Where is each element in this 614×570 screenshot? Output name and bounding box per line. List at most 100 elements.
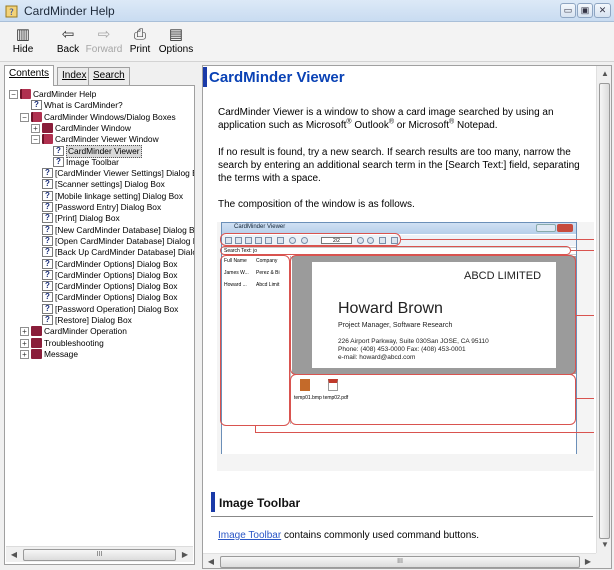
horizontal-scroll-thumb[interactable]: III (220, 556, 580, 568)
tree-item-label: [CardMinder Options] Dialog Box (55, 292, 178, 303)
callout-card (290, 255, 576, 375)
tree-item[interactable]: + Message (5, 348, 194, 360)
tree-item[interactable]: ? [Mobile linkage setting] Dialog Box (5, 190, 194, 202)
tree-item-label: [CardMinder Options] Dialog Box (55, 281, 178, 292)
scroll-left-icon[interactable]: ◀ (6, 547, 22, 563)
topic-pane: CardMinder Viewer CardMinder Viewer is a… (202, 65, 612, 569)
callout-line (576, 398, 594, 399)
tree-item-label: What is CardMinder? (44, 100, 123, 111)
scroll-down-icon[interactable]: ▼ (597, 537, 611, 553)
contents-tree: − CardMinder Help? What is CardMinder? − Car… (4, 85, 195, 565)
forward-button[interactable]: ⇨ Forward (84, 24, 124, 60)
tree-item[interactable]: ? [Open CardMinder Database] Dialog Box (5, 235, 195, 247)
tree-item-label: Image Toolbar (66, 156, 119, 167)
tree-item[interactable]: ? [CardMinder Options] Dialog Box (5, 258, 194, 270)
section-paragraph: Image Toolbar contains commonly used com… (218, 530, 480, 541)
tree-item[interactable]: ? What is CardMinder? (5, 100, 194, 111)
figure-window-title: CardMinder Viewer (234, 224, 286, 230)
horizontal-scrollbar[interactable]: ◀ III ▶ (203, 553, 596, 568)
tree-horizontal-scrollbar[interactable]: ◀ III ▶ (6, 546, 193, 562)
book-icon (31, 337, 42, 348)
book-icon (31, 326, 42, 337)
scroll-up-icon[interactable]: ▲ (597, 66, 611, 82)
tree-item-label: CardMinder Operation (44, 326, 127, 337)
tree-item-label: [Open CardMinder Database] Dialog Box (55, 235, 195, 246)
tree-item[interactable]: ?[Back Up CardMinder Database] Dialog Bo… (5, 247, 194, 258)
tree-item[interactable]: ? [CardMinder Options] Dialog Box (5, 269, 194, 281)
tab-index[interactable]: Index (57, 67, 92, 85)
help-topic-icon: ? (42, 281, 53, 292)
window-title: CardMinder Help (24, 4, 115, 18)
scroll-right-icon[interactable]: ▶ (580, 554, 596, 568)
section-divider (211, 516, 593, 517)
figure-close-icon (557, 224, 573, 232)
tree-item[interactable]: + Troubleshooting (5, 337, 194, 349)
tree-item[interactable]: + CardMinder Window (5, 122, 194, 134)
tree-item[interactable]: ? [CardMinder Viewer Settings] Dialog Box (5, 168, 194, 179)
search-hint-paragraph: If no result is found, try a new search.… (218, 147, 580, 184)
options-button[interactable]: ▤ Options (156, 24, 196, 60)
minimize-button[interactable]: ▭ (560, 3, 576, 18)
help-topic-icon: ? (42, 292, 53, 303)
help-topic-icon: ? (42, 258, 53, 269)
tree-scroll-thumb[interactable]: III (23, 549, 176, 561)
help-topic-icon: ? (42, 269, 53, 280)
printer-icon: ⎙ (133, 26, 146, 43)
tree-item-label: [Password Operation] Dialog Box (55, 303, 179, 314)
vertical-scrollbar[interactable]: ▲ ▼ (596, 66, 611, 553)
vertical-scroll-thumb[interactable] (599, 83, 610, 539)
tree-item[interactable]: ? CardMinder Viewer (5, 144, 194, 158)
callout-search (220, 246, 571, 255)
page-title: CardMinder Viewer (209, 69, 345, 86)
close-button[interactable]: ✕ (594, 3, 611, 18)
scroll-left-icon[interactable]: ◀ (203, 554, 219, 568)
help-topic-icon: ? (42, 168, 53, 179)
expand-icon[interactable]: + (20, 327, 29, 337)
figure-bottom-area (222, 424, 576, 454)
tree-item-label: CardMinder Window (55, 122, 131, 133)
callout-toolbar (220, 233, 401, 246)
callout-list (220, 255, 290, 426)
tab-search[interactable]: Search (88, 67, 130, 85)
navigation-pane: Contents Index Search − CardMinder Help? W… (4, 65, 195, 569)
hide-icon: ▥ (15, 26, 31, 43)
collapse-icon[interactable]: − (31, 135, 40, 145)
help-topic-icon: ? (42, 213, 53, 224)
tree-item[interactable]: − CardMinder Help (5, 89, 194, 100)
tree-item[interactable]: ? [Password Operation] Dialog Box (5, 303, 194, 315)
collapse-icon[interactable]: − (9, 90, 18, 99)
callout-files (290, 374, 576, 425)
tree-item[interactable]: ? Image Toolbar (5, 156, 194, 168)
tree-item[interactable]: − CardMinder Windows/Dialog Boxes (5, 111, 194, 123)
hide-button[interactable]: ▥ Hide (3, 24, 43, 60)
callout-line (255, 426, 256, 433)
maximize-button[interactable]: ▣ (577, 3, 593, 18)
print-button[interactable]: ⎙ Print (120, 24, 160, 60)
tree-item[interactable]: ? [Print] Dialog Box (5, 213, 194, 224)
tab-contents[interactable]: Contents (4, 65, 55, 86)
expand-icon[interactable]: + (20, 338, 29, 348)
tree-item-label: CardMinder Windows/Dialog Boxes (44, 111, 176, 122)
title-bar: ? CardMinder Help ▭ ▣ ✕ (0, 0, 614, 22)
tree-item[interactable]: + CardMinder Operation (5, 326, 194, 337)
tree-item[interactable]: ? [Restore] Dialog Box (5, 315, 194, 326)
collapse-icon[interactable]: − (20, 112, 29, 122)
expand-icon[interactable]: + (20, 349, 29, 359)
section-accent-bar (211, 492, 215, 512)
tree-item-label: [Print] Dialog Box (55, 213, 120, 224)
tree-item-label: [Back Up CardMinder Database] Dialog Box (55, 247, 194, 258)
help-topic-icon: ? (53, 156, 64, 167)
tree-item[interactable]: ? [Password Entry] Dialog Box (5, 202, 194, 213)
help-topic-icon: ? (42, 224, 53, 235)
tree-item[interactable]: ? [CardMinder Options] Dialog Box (5, 292, 194, 303)
tree-item[interactable]: ? [Scanner settings] Dialog Box (5, 179, 194, 190)
expand-icon[interactable]: + (31, 123, 40, 133)
topic-content: CardMinder Viewer CardMinder Viewer is a… (203, 66, 596, 553)
tree-item[interactable]: ? [CardMinder Options] Dialog Box (5, 281, 194, 292)
tree-item-label: CardMinder Help (33, 89, 97, 99)
scroll-right-icon[interactable]: ▶ (177, 547, 193, 563)
tree-item[interactable]: ? [New CardMinder Database] Dialog Box (5, 224, 194, 236)
back-button[interactable]: ⇦ Back (48, 24, 88, 60)
image-toolbar-link[interactable]: Image Toolbar (218, 530, 281, 541)
help-window: ? CardMinder Help ▭ ▣ ✕ ▥ Hide ⇦ Back ⇨ … (0, 0, 614, 570)
